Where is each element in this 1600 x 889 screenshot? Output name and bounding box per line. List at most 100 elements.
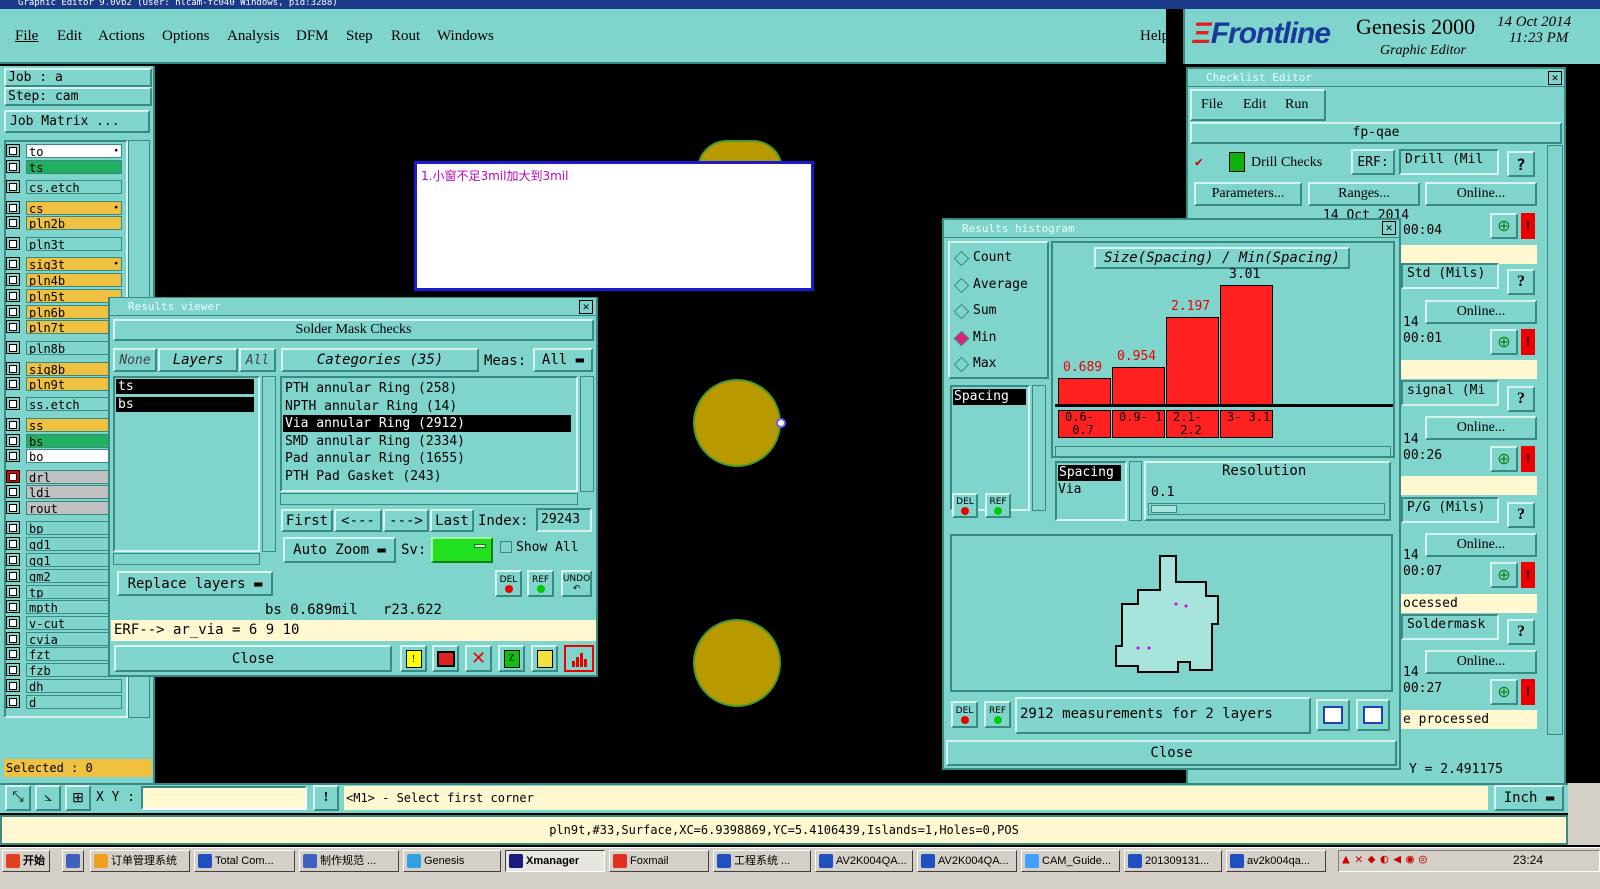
layer-row-gm2[interactable]: gm2 — [6, 568, 122, 583]
menu-step[interactable]: Step — [346, 28, 373, 45]
layer-checkbox[interactable] — [6, 632, 20, 645]
taskbar-item[interactable]: Foxmail — [609, 850, 709, 872]
check-name-field[interactable]: Std (Mils) — [1401, 263, 1499, 289]
hist-list1-scroll[interactable] — [1032, 385, 1046, 511]
online-button[interactable]: Online... — [1425, 416, 1537, 440]
layer-row-bo[interactable]: bo — [6, 448, 122, 463]
checklist-menu-file[interactable]: File — [1201, 97, 1223, 113]
layer-row-to[interactable]: to ⬩ — [6, 143, 122, 158]
rv-tool-cross-icon[interactable]: ✕ — [465, 645, 492, 672]
check-zoom-icon[interactable]: ⊕ — [1490, 329, 1518, 355]
rv-category-scroll[interactable] — [580, 376, 594, 492]
layer-checkbox[interactable] — [6, 237, 20, 250]
menu-help[interactable]: Help — [1140, 28, 1169, 45]
hist-close-button[interactable]: Close — [946, 740, 1397, 766]
layer-checkbox[interactable] — [6, 647, 20, 660]
rv-first-button[interactable]: First — [281, 509, 333, 532]
menu-rout[interactable]: Rout — [391, 28, 420, 45]
layer-checkbox[interactable] — [6, 377, 20, 390]
rv-tool-monitor-icon[interactable] — [432, 645, 459, 672]
layer-row-tp[interactable]: tp — [6, 584, 122, 599]
tool-measure-icon[interactable]: ⦣ — [35, 785, 61, 811]
rv-sv-color[interactable] — [431, 537, 493, 563]
layer-checkbox[interactable] — [6, 600, 20, 613]
rv-category-item[interactable]: PTH annular Ring (258) — [283, 380, 571, 397]
layer-name[interactable]: dh — [26, 678, 122, 693]
rv-layers-button[interactable]: Layers — [158, 348, 238, 372]
checklist-close-icon[interactable]: ✕ — [1548, 71, 1562, 85]
online-button-1[interactable]: Online... — [1425, 182, 1537, 206]
checklist-scrollbar[interactable] — [1547, 145, 1563, 735]
rv-category-hscroll[interactable] — [280, 493, 578, 505]
layer-row-ss[interactable]: ss — [6, 417, 122, 432]
layer-row-pln6b[interactable]: pln6b — [6, 304, 122, 319]
rv-meas-select[interactable]: All ▬ — [533, 348, 593, 372]
layer-checkbox[interactable] — [6, 553, 20, 566]
rv-layer-bs[interactable]: bs — [116, 397, 254, 412]
layer-row-pln8b[interactable]: pln8b — [6, 340, 122, 355]
menu-edit[interactable]: Edit — [57, 28, 82, 45]
layer-checkbox[interactable] — [6, 521, 20, 534]
tool-zoom-icon[interactable]: ⤡ — [5, 785, 31, 811]
check-help-button[interactable]: ? — [1507, 619, 1535, 645]
layer-checkbox[interactable] — [6, 585, 20, 598]
results-viewer-close-icon[interactable]: ✕ — [579, 300, 593, 314]
hist-zoom-icon-1[interactable] — [1316, 699, 1350, 731]
online-button[interactable]: Online... — [1425, 650, 1537, 674]
menu-options[interactable]: Options — [162, 28, 210, 45]
layer-name[interactable]: sig3t — [26, 256, 122, 271]
online-button[interactable]: Online... — [1425, 533, 1537, 557]
taskbar-item[interactable]: AV2K004QA... — [815, 850, 913, 872]
layer-row-bs[interactable]: bs — [6, 433, 122, 448]
units-select[interactable]: Inch ▬ — [1494, 785, 1564, 811]
rv-categories-button[interactable]: Categories (35) — [281, 348, 479, 372]
hist-del-button[interactable]: DEL — [952, 493, 978, 518]
layer-row-bp[interactable]: bp — [6, 520, 122, 535]
layer-checkbox[interactable] — [6, 160, 20, 173]
layer-name[interactable]: ts — [26, 159, 122, 174]
taskbar-item[interactable]: CAM_Guide... — [1021, 850, 1120, 872]
hist-list2-spacing[interactable]: Spacing — [1058, 465, 1121, 481]
drill-help-button[interactable]: ? — [1507, 151, 1535, 177]
layer-checkbox[interactable] — [6, 341, 20, 354]
hist-ref-button-2[interactable]: REF — [984, 701, 1011, 728]
check-help-button[interactable]: ? — [1507, 386, 1535, 412]
hist-bar[interactable] — [1112, 366, 1165, 405]
taskbar-item[interactable]: 201309131... — [1124, 850, 1222, 872]
rv-all-button[interactable]: All — [239, 348, 276, 372]
layer-row-cs[interactable]: cs ⬩ — [6, 200, 122, 215]
layer-checkbox[interactable] — [6, 180, 20, 193]
rv-category-item[interactable]: SMD annular Ring (2334) — [283, 433, 571, 450]
rv-layer-hscroll[interactable] — [113, 553, 260, 565]
layer-checkbox[interactable] — [6, 257, 20, 270]
erf-field[interactable]: Drill (Mil — [1399, 149, 1499, 175]
menu-actions[interactable]: Actions — [98, 28, 145, 45]
menu-file[interactable]: File — [15, 28, 38, 45]
layer-row-pln5t[interactable]: pln5t — [6, 288, 122, 303]
layer-checkbox[interactable] — [6, 449, 20, 462]
check-zoom-icon[interactable]: ⊕ — [1490, 446, 1518, 472]
rv-category-item[interactable]: PTH Pad Gasket (243) — [283, 468, 571, 485]
hist-list2-scroll[interactable] — [1129, 461, 1142, 521]
layer-row-drl[interactable]: drl — [6, 469, 122, 484]
taskbar-item[interactable]: Genesis — [403, 850, 501, 872]
layer-checkbox[interactable] — [6, 418, 20, 431]
rv-layer-ts[interactable]: ts — [116, 379, 254, 394]
rv-auto-zoom[interactable]: Auto Zoom ▬ — [283, 537, 396, 563]
layer-row-fzb[interactable]: fzb — [6, 662, 122, 677]
rv-index-input[interactable]: 29243 — [536, 508, 592, 532]
tool-grid-icon[interactable]: ⊞ — [65, 785, 91, 811]
xy-input[interactable] — [141, 786, 307, 810]
ranges-button[interactable]: Ranges... — [1308, 182, 1420, 206]
rv-show-all-checkbox[interactable] — [500, 541, 512, 553]
layer-row-d[interactable]: d — [6, 694, 122, 709]
layer-checkbox[interactable] — [6, 320, 20, 333]
rv-category-item[interactable]: Via annular Ring (2912) — [283, 415, 571, 433]
layer-row-ldi[interactable]: ldi — [6, 484, 122, 499]
taskbar-item[interactable]: 订单管理系统 — [90, 850, 190, 872]
layer-row-rout[interactable]: rout — [6, 500, 122, 515]
layer-checkbox[interactable] — [6, 201, 20, 214]
check-zoom-icon[interactable]: ⊕ — [1490, 213, 1518, 239]
layer-checkbox[interactable] — [6, 289, 20, 302]
rv-prev-button[interactable]: <--- — [334, 509, 382, 532]
